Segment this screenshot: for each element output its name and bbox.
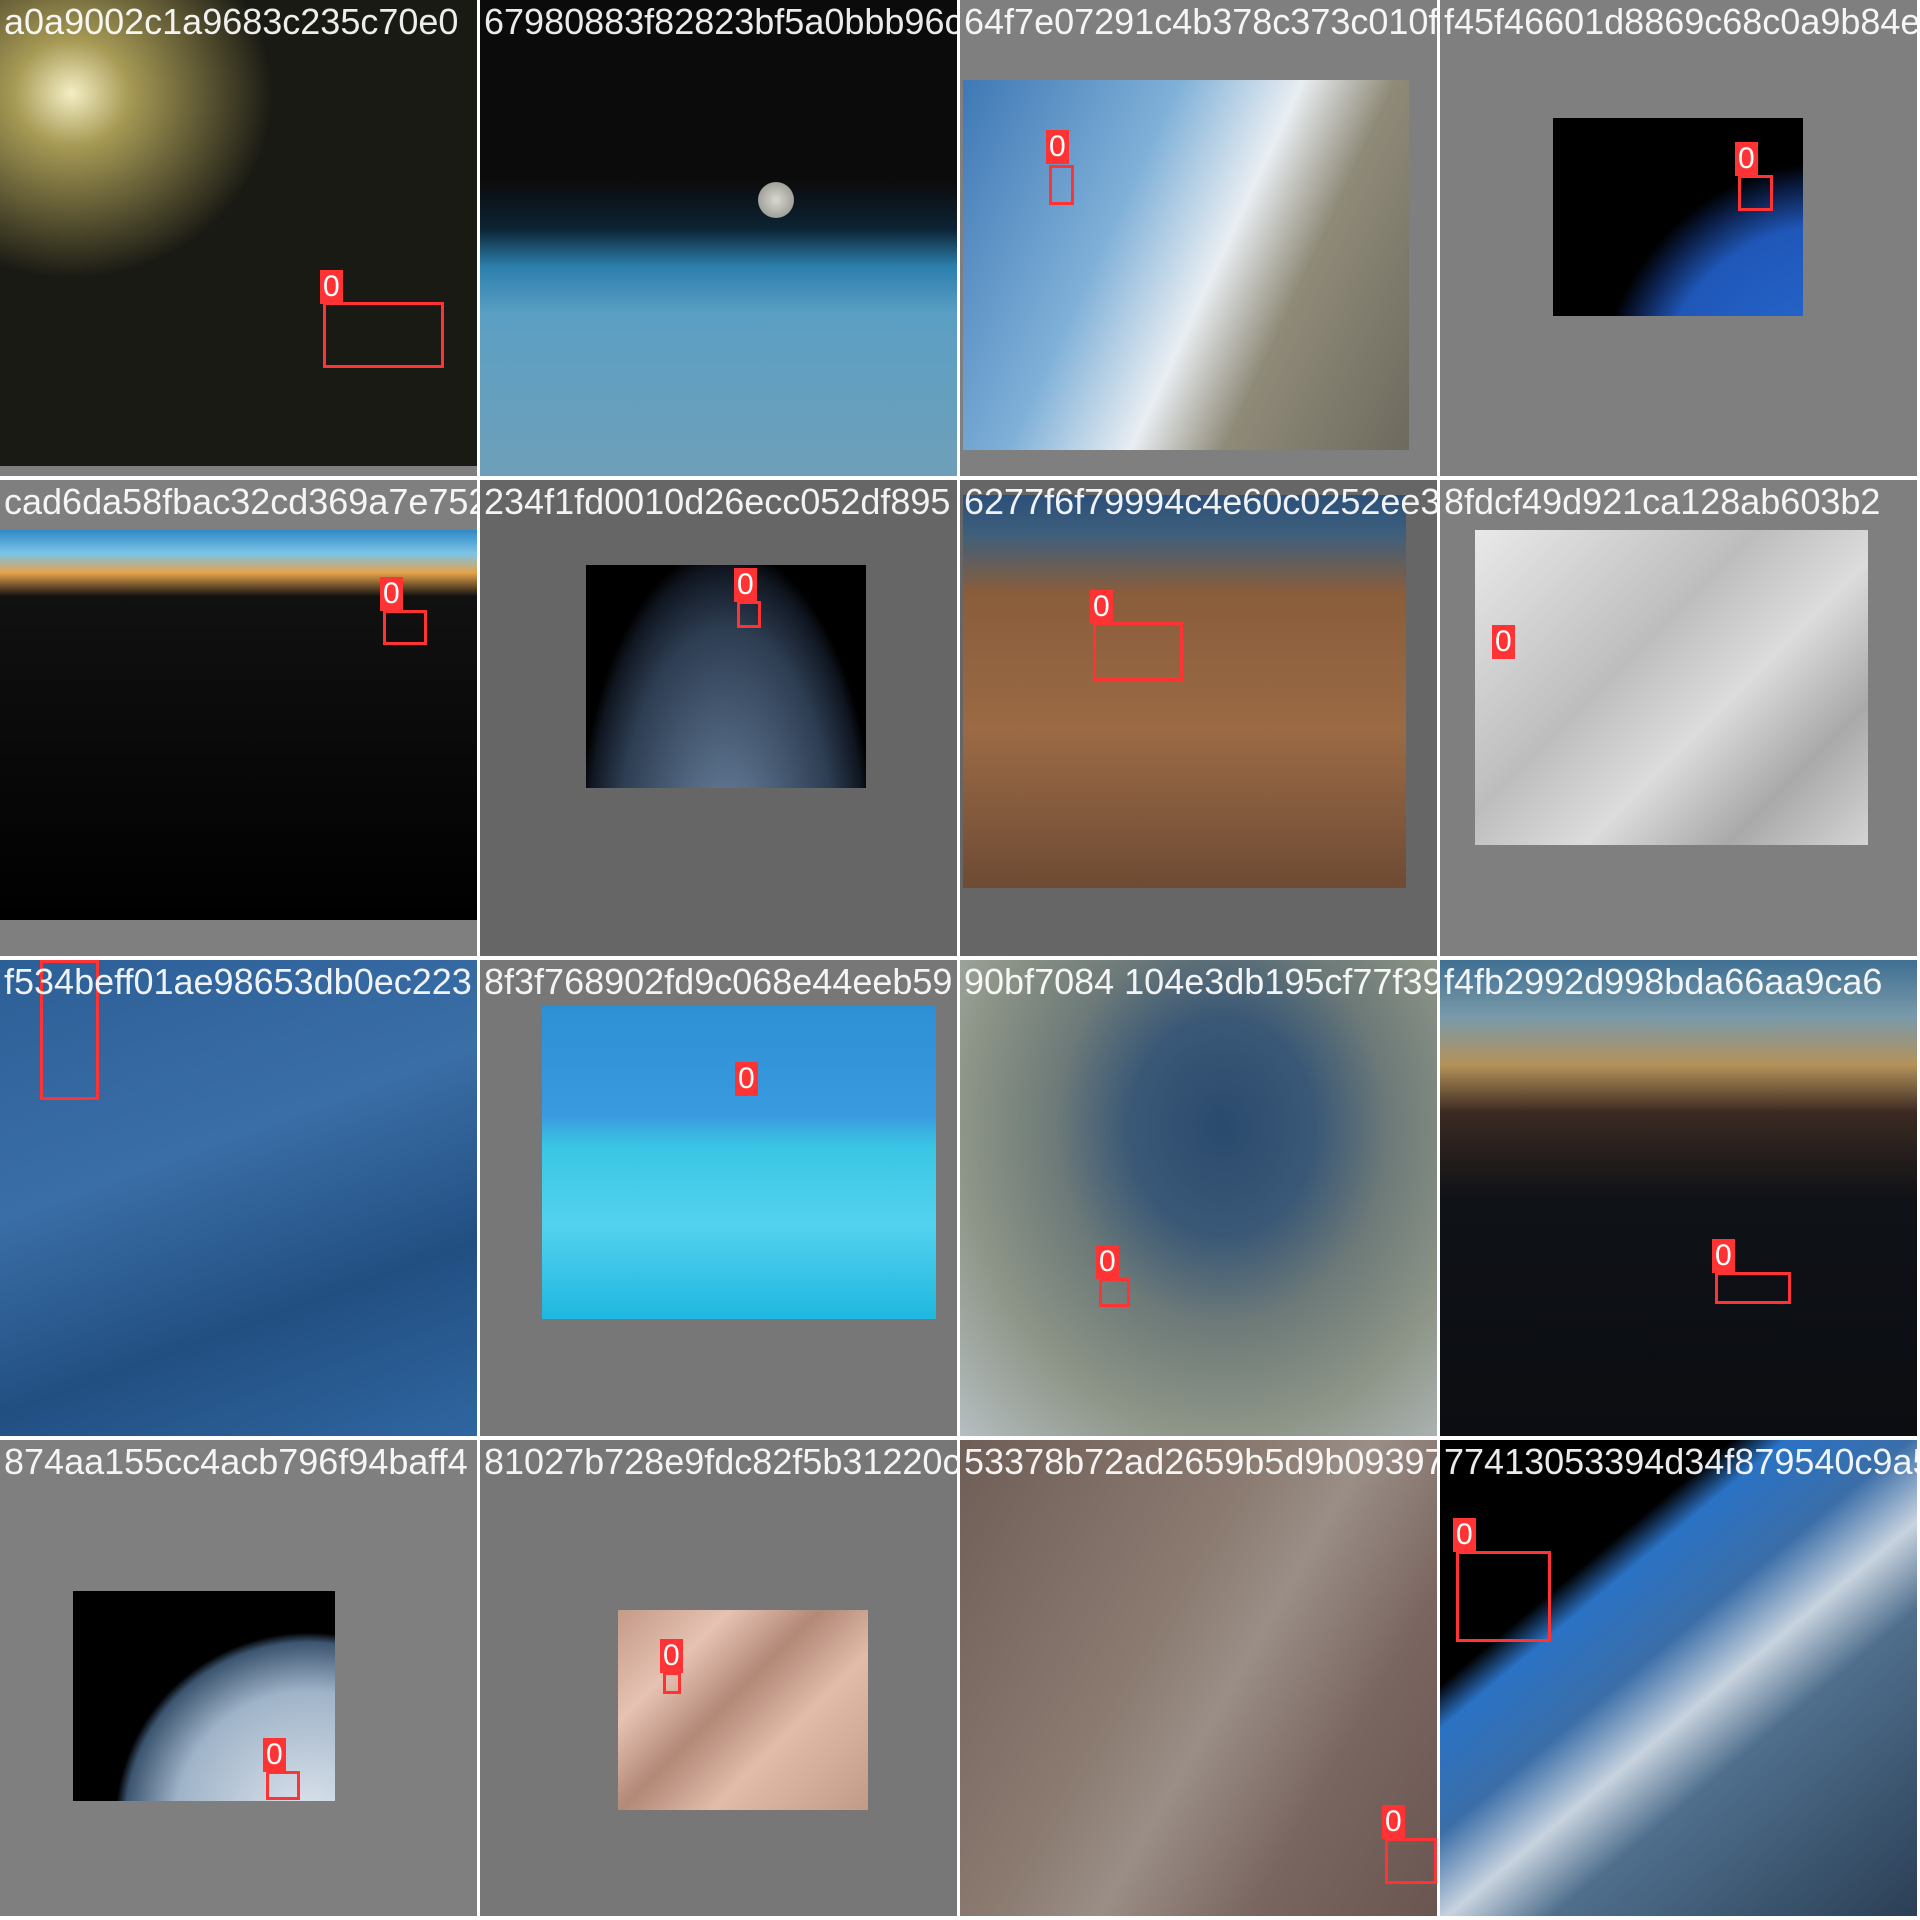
image-filename: f4fb2992d998bda66aa9ca6 bbox=[1444, 962, 1882, 1002]
desert-ridge-image bbox=[960, 1440, 1437, 1916]
earth-curve-night-image bbox=[586, 565, 866, 788]
grid-tile: 0 874aa155cc4acb796f94baff4 bbox=[0, 1440, 477, 1916]
grid-tile: 0 77413053394d34f879540c9a5 bbox=[1440, 1440, 1917, 1916]
bounding-box bbox=[737, 601, 761, 628]
image-filename: 8f3f768902fd9c068e44eeb59 bbox=[484, 962, 952, 1002]
filename-text: 53378b72ad2659b5d9b093978 bbox=[964, 1441, 1437, 1482]
grid-tile: 0 cad6da58fbac32cd369a7e752 bbox=[0, 480, 477, 956]
class-tag: 0 bbox=[1382, 1805, 1405, 1839]
filename-text: 64f7e07291c4b378c373c010f bbox=[964, 1, 1437, 42]
class-tag: 0 bbox=[1735, 142, 1758, 176]
filename-text: a0a9002c1a9683c235c70e0 bbox=[4, 1, 459, 42]
sunrise-horizon-image bbox=[0, 530, 477, 920]
class-tag: 0 bbox=[1492, 625, 1515, 659]
class-tag: 0 bbox=[263, 1738, 286, 1772]
filename-text: 67980883f82823bf5a0bbb96c bbox=[484, 1, 957, 42]
horizon-moon-image bbox=[480, 0, 957, 476]
desert-terrain-image bbox=[963, 495, 1406, 888]
class-tag: 0 bbox=[1046, 130, 1069, 164]
moon bbox=[758, 182, 794, 218]
bounding-box bbox=[1049, 165, 1074, 205]
filename-text: f534beff01ae98653db0ec223 bbox=[4, 961, 472, 1002]
bounding-box bbox=[1456, 1551, 1551, 1642]
grid-tile: 0 f4fb2992d998bda66aa9ca6 bbox=[1440, 960, 1917, 1436]
image-filename: 81027b728e9fdc82f5b31220c bbox=[484, 1442, 957, 1482]
filename-text: 90bf7084 104e3db195cf77f39 bbox=[964, 961, 1437, 1002]
class-tag: 0 bbox=[735, 1062, 758, 1096]
detection-grid: 0 a0a9002c1a9683c235c70e0 67980883f82823… bbox=[0, 0, 1920, 1920]
filename-text: 234f1fd0010d26ecc052df895 bbox=[484, 481, 951, 522]
grid-tile: 0 90bf7084 104e3db195cf77f39 bbox=[960, 960, 1437, 1436]
image-filename: 8fdcf49d921ca128ab603b2 bbox=[1444, 482, 1880, 522]
class-tag: 0 bbox=[1090, 590, 1113, 624]
grid-tile: 0 f534beff01ae98653db0ec223 bbox=[0, 960, 477, 1436]
image-filename: f45f46601d8869c68c0a9b84e bbox=[1444, 2, 1917, 42]
grid-tile: 0 234f1fd0010d26ecc052df895 bbox=[480, 480, 957, 956]
dusk-horizon-image bbox=[1440, 960, 1917, 1436]
coastline-image bbox=[963, 80, 1409, 450]
filename-text: 6277f6f79994c4e60c0252ee3 bbox=[964, 481, 1437, 522]
turquoise-sea-image bbox=[542, 1006, 936, 1319]
bounding-box bbox=[1093, 622, 1183, 681]
bounding-box bbox=[1715, 1272, 1791, 1304]
bounding-box bbox=[1099, 1278, 1130, 1307]
night-city-lights-image bbox=[0, 0, 477, 466]
earth-limb-cloudy-image bbox=[1440, 1440, 1917, 1916]
image-filename: 77413053394d34f879540c9a5 bbox=[1444, 1442, 1917, 1482]
class-tag: 0 bbox=[380, 577, 403, 611]
image-filename: cad6da58fbac32cd369a7e752 bbox=[4, 482, 477, 522]
image-filename: 874aa155cc4acb796f94baff4 bbox=[4, 1442, 468, 1482]
grid-tile: 67980883f82823bf5a0bbb96c bbox=[480, 0, 957, 476]
earth-limb-image bbox=[1553, 118, 1803, 316]
class-tag: 0 bbox=[660, 1639, 683, 1673]
grid-tile: 0 81027b728e9fdc82f5b31220c bbox=[480, 1440, 957, 1916]
grid-tile: 0 6277f6f79994c4e60c0252ee3 bbox=[960, 480, 1437, 956]
class-tag: 0 bbox=[1712, 1239, 1735, 1273]
filename-text: 81027b728e9fdc82f5b31220c bbox=[484, 1441, 957, 1482]
grid-tile: 0 f45f46601d8869c68c0a9b84e bbox=[1440, 0, 1917, 476]
bounding-box bbox=[1738, 175, 1773, 211]
filename-text: 8f3f768902fd9c068e44eeb59 bbox=[484, 961, 953, 1002]
image-filename: 64f7e07291c4b378c373c010f bbox=[964, 2, 1437, 42]
lake-terrain-image bbox=[960, 960, 1437, 1436]
sand-dunes-image bbox=[618, 1610, 868, 1810]
image-filename: f534beff01ae98653db0ec223 bbox=[4, 962, 472, 1002]
bounding-box bbox=[323, 302, 444, 368]
grid-tile: 0 53378b72ad2659b5d9b093978 bbox=[960, 1440, 1437, 1916]
class-tag: 0 bbox=[1096, 1245, 1119, 1279]
image-filename: a0a9002c1a9683c235c70e0 bbox=[4, 2, 458, 42]
image-filename: 53378b72ad2659b5d9b093978 bbox=[964, 1442, 1437, 1482]
filename-text: 874aa155cc4acb796f94baff4 bbox=[4, 1441, 468, 1482]
bounding-box bbox=[383, 610, 427, 645]
class-tag: 0 bbox=[1453, 1518, 1476, 1552]
class-tag: 0 bbox=[320, 270, 343, 304]
filename-text: f45f46601d8869c68c0a9b84e bbox=[1444, 1, 1917, 42]
filename-text: 77413053394d34f879540c9a5 bbox=[1444, 1441, 1917, 1482]
grid-tile: 0 64f7e07291c4b378c373c010f bbox=[960, 0, 1437, 476]
image-filename: 67980883f82823bf5a0bbb96c bbox=[484, 2, 957, 42]
grid-tile: 0 8f3f768902fd9c068e44eeb59 bbox=[480, 960, 957, 1436]
grid-tile: 0 8fdcf49d921ca128ab603b2 bbox=[1440, 480, 1917, 956]
bounding-box bbox=[663, 1672, 681, 1694]
bounding-box bbox=[266, 1771, 300, 1800]
image-filename: 90bf7084 104e3db195cf77f39 bbox=[964, 962, 1437, 1002]
earth-from-orbit-image bbox=[73, 1591, 335, 1801]
class-tag: 0 bbox=[734, 568, 757, 602]
image-filename: 234f1fd0010d26ecc052df895 bbox=[484, 482, 950, 522]
bounding-box bbox=[1385, 1838, 1437, 1884]
image-filename: 6277f6f79994c4e60c0252ee3 bbox=[964, 482, 1437, 522]
filename-text: cad6da58fbac32cd369a7e752 bbox=[4, 481, 477, 522]
filename-text: 8fdcf49d921ca128ab603b2 bbox=[1444, 481, 1881, 522]
filename-text: f4fb2992d998bda66aa9ca6 bbox=[1444, 961, 1883, 1002]
clouds-grayscale-image bbox=[1475, 530, 1868, 845]
grid-tile: 0 a0a9002c1a9683c235c70e0 bbox=[0, 0, 477, 476]
